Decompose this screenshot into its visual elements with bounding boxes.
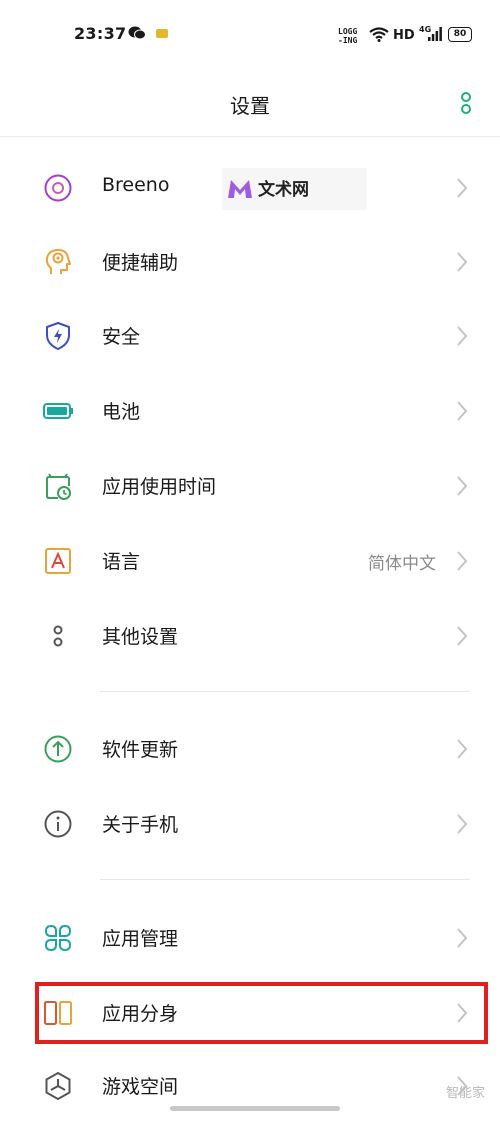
accessibility-icon (45, 249, 71, 274)
chevron-right-icon (457, 551, 468, 571)
section-divider (100, 691, 470, 692)
chevron-right-icon (457, 928, 468, 948)
shield-icon (46, 322, 70, 350)
settings-item-label: Breeno (102, 174, 170, 196)
settings-item-label: 便捷辅助 (102, 252, 179, 274)
settings-item-about-phone[interactable]: 关于手机 (0, 786, 500, 860)
corner-watermark: 智能家 (446, 1086, 486, 1101)
settings-item-language[interactable]: 语言 简体中文 (0, 523, 500, 597)
battery-level: 80 (448, 27, 472, 42)
highlight-box (35, 982, 488, 1044)
page-header: 设置 (0, 70, 500, 137)
settings-item-accessibility[interactable]: 便捷辅助 (0, 224, 500, 298)
battery-icon (43, 403, 73, 419)
settings-item-label: 语言 (102, 551, 141, 573)
settings-item-label: 关于手机 (102, 814, 179, 836)
info-icon (44, 810, 72, 838)
settings-item-label: 电池 (102, 401, 141, 423)
more-options-icon[interactable] (455, 92, 475, 116)
chevron-right-icon (457, 401, 468, 421)
breeno-icon (44, 174, 72, 202)
settings-item-other-settings[interactable]: 其他设置 (0, 598, 500, 672)
app-usage-clock-icon (46, 473, 71, 500)
chevron-right-icon (457, 739, 468, 759)
wifi-icon (369, 27, 389, 42)
status-bar: 23:37 LOGG -ING HD 4G 80 (0, 0, 500, 70)
settings-item-label: 游戏空间 (102, 1076, 179, 1098)
settings-item-battery[interactable]: 电池 (0, 373, 500, 447)
chevron-right-icon (457, 476, 468, 496)
chevron-right-icon (457, 626, 468, 646)
chevron-right-icon (457, 252, 468, 272)
language-icon (45, 548, 71, 574)
signal-icon (428, 27, 442, 41)
home-indicator[interactable] (170, 1106, 340, 1111)
settings-item-app-usage-time[interactable]: 应用使用时间 (0, 448, 500, 522)
settings-item-label: 安全 (102, 326, 141, 348)
current-language-value: 简体中文 (368, 554, 436, 574)
page-title: 设置 (230, 94, 270, 118)
software-update-icon (44, 735, 72, 763)
settings-item-label: 软件更新 (102, 739, 179, 761)
chevron-right-icon (457, 814, 468, 834)
logging-indicator: LOGG -ING (338, 27, 358, 45)
game-space-icon (45, 1072, 71, 1100)
app-management-icon (44, 924, 72, 952)
settings-item-label: 应用使用时间 (102, 476, 217, 498)
section-divider (100, 879, 470, 880)
wechat-icon (128, 26, 146, 40)
status-time: 23:37 (74, 24, 127, 43)
settings-item-app-management[interactable]: 应用管理 (0, 900, 500, 974)
chevron-right-icon (457, 326, 468, 346)
settings-item-software-update[interactable]: 软件更新 (0, 711, 500, 785)
settings-item-security[interactable]: 安全 (0, 298, 500, 372)
chevron-right-icon (457, 178, 468, 198)
settings-item-breeno[interactable]: Breeno (0, 150, 500, 224)
hd-indicator: HD (393, 28, 415, 43)
settings-item-label: 其他设置 (102, 626, 179, 648)
other-settings-icon (53, 625, 63, 647)
settings-item-label: 应用管理 (102, 928, 179, 950)
message-icon (156, 29, 168, 38)
